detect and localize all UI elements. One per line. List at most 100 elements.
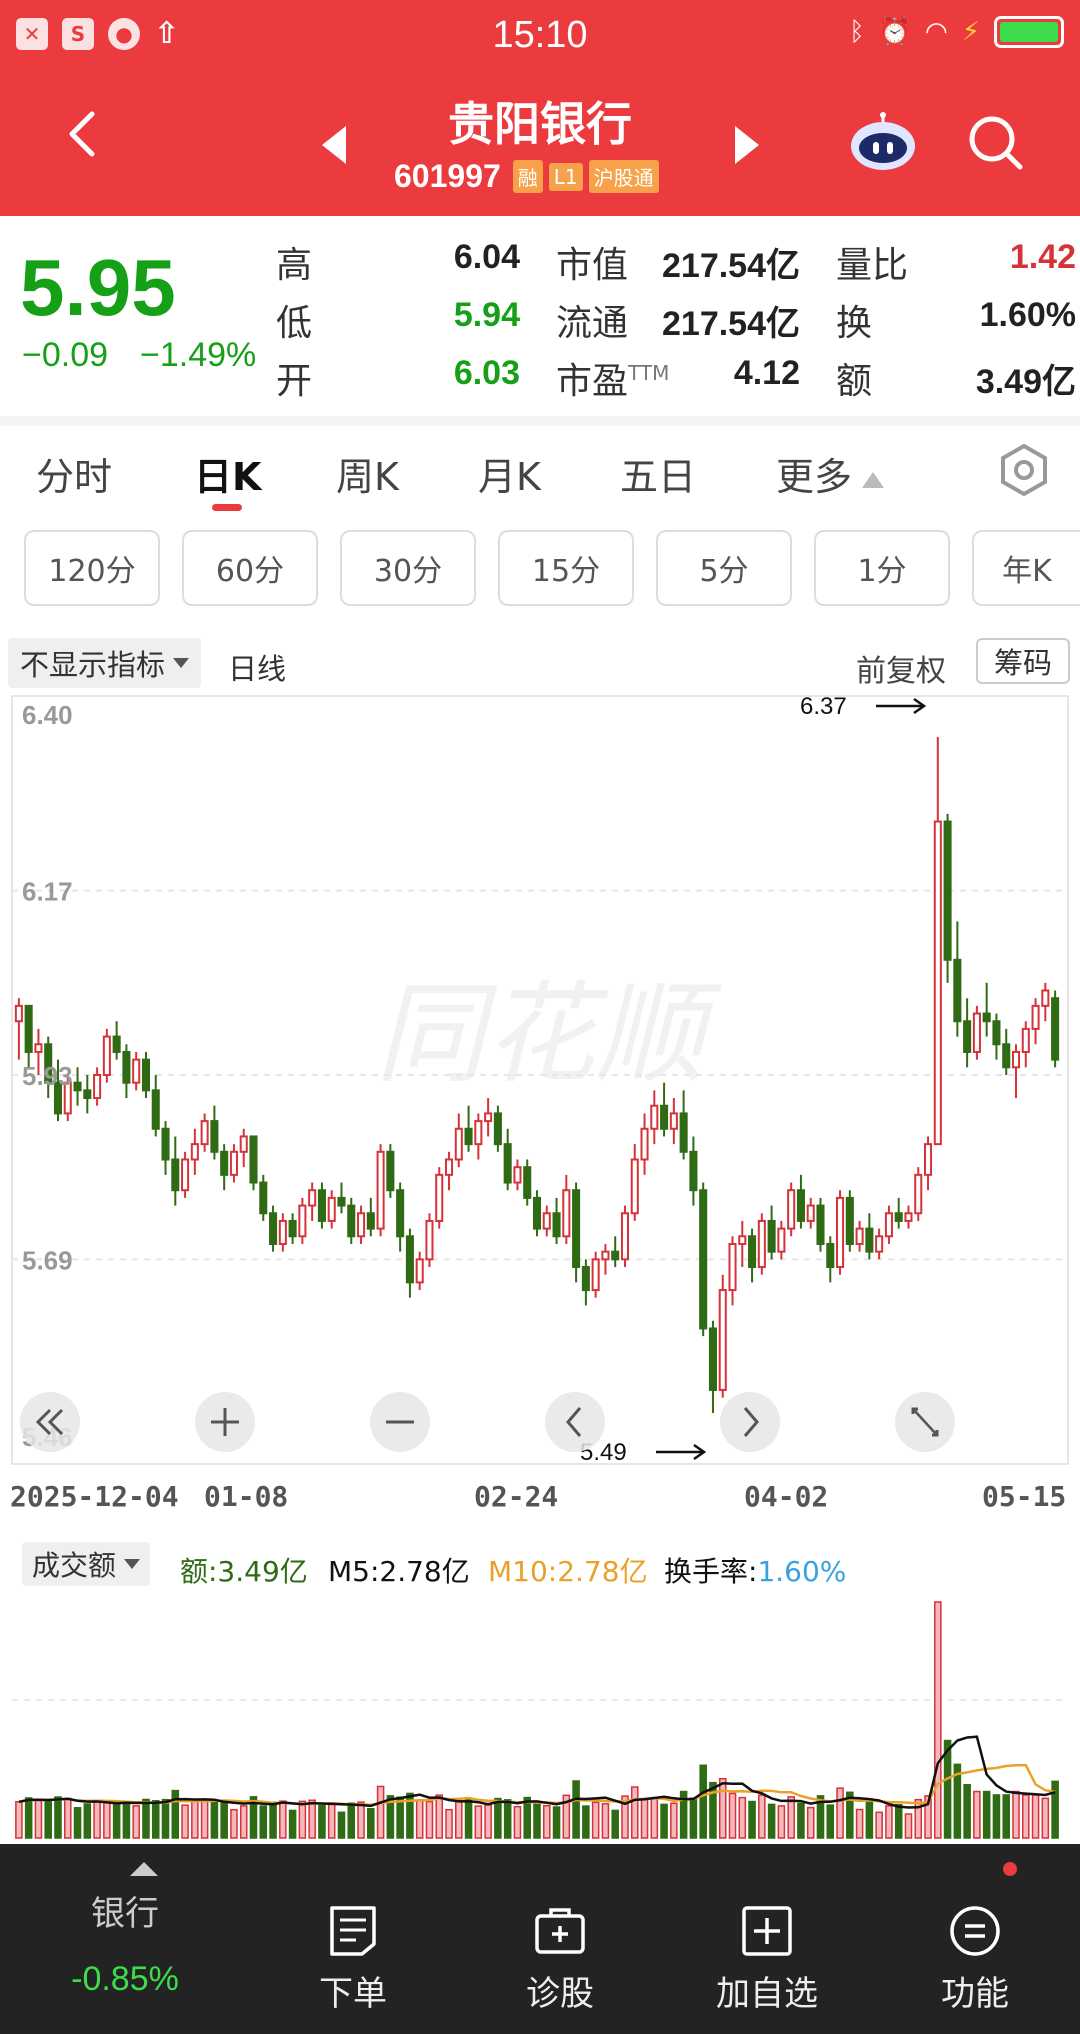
chart-watermark: 同花顺 xyxy=(375,970,722,1098)
candle-body xyxy=(943,820,952,961)
volume-header: 成交额 额:3.49亿 M5:2.78亿 M10:2.78亿 换手率:1.60% xyxy=(0,1540,1080,1590)
add-square-icon xyxy=(742,1906,792,1956)
current-price: 5.95 xyxy=(20,243,176,332)
add-watchlist-button[interactable]: 加自选 xyxy=(662,1844,872,2034)
volume-bar xyxy=(425,1800,434,1839)
search-icon[interactable] xyxy=(965,112,1025,172)
volume-bar xyxy=(474,1805,483,1839)
volume-bar xyxy=(435,1794,444,1839)
tab-more[interactable]: 更多 xyxy=(776,446,885,501)
volume-bar xyxy=(327,1802,336,1839)
volume-bar xyxy=(73,1807,82,1839)
next-stock-icon[interactable] xyxy=(735,126,759,164)
volume-bar xyxy=(288,1809,297,1839)
volume-chart[interactable] xyxy=(0,1590,1080,1844)
sector-button[interactable]: 银行 -0.85% xyxy=(20,1844,230,2034)
candle-body xyxy=(1051,997,1060,1061)
fullscreen-button[interactable] xyxy=(895,1392,955,1452)
date-tick-1: 2025-12-04 xyxy=(10,1480,179,1513)
volume-bar xyxy=(885,1805,893,1839)
zoom-in-button[interactable] xyxy=(195,1392,255,1452)
volume-bar xyxy=(269,1801,277,1839)
divider xyxy=(0,416,1080,426)
order-button[interactable]: 下单 xyxy=(248,1844,458,2034)
zoom-out-button[interactable] xyxy=(370,1392,430,1452)
candle-body xyxy=(796,1189,805,1222)
tab-intraday[interactable]: 分时 xyxy=(36,446,112,501)
volume-bar xyxy=(797,1802,805,1839)
volume-bar xyxy=(239,1805,248,1839)
battery-icon xyxy=(994,16,1064,48)
volume-bar xyxy=(806,1806,815,1839)
candle-body xyxy=(464,1127,473,1146)
volume-bar xyxy=(44,1800,52,1839)
candle-body xyxy=(601,1250,610,1261)
scroll-left-button[interactable] xyxy=(545,1392,605,1452)
functions-button[interactable]: 功能 xyxy=(870,1844,1080,2034)
diagnose-label: 诊股 xyxy=(526,1974,594,2014)
candle-body xyxy=(181,1158,190,1192)
tab-weekly-k[interactable]: 周K xyxy=(336,446,399,501)
turnover-indicator-label: 换手率: xyxy=(664,1555,758,1588)
candle-body xyxy=(640,1127,649,1161)
volume-bar xyxy=(191,1800,199,1839)
volume-bar xyxy=(533,1803,541,1839)
candle-body xyxy=(669,1112,678,1130)
volume-bar xyxy=(132,1805,140,1839)
candle-body xyxy=(855,1227,864,1245)
float-cap-value: 217.54亿 xyxy=(662,305,800,343)
settings-hexagon-icon[interactable] xyxy=(998,444,1050,496)
candle-body xyxy=(699,1189,708,1330)
candle-body xyxy=(151,1089,160,1130)
max-price-label: 6.37 xyxy=(800,693,847,720)
candle-body xyxy=(249,1135,258,1184)
period-60min-button[interactable]: 60分 xyxy=(182,530,318,606)
period-30min-button[interactable]: 30分 xyxy=(340,530,476,606)
level1-tag: L1 xyxy=(548,162,583,191)
diagnose-button[interactable]: 诊股 xyxy=(455,1844,665,2034)
adjust-toggle[interactable]: 前复权 xyxy=(856,646,946,690)
jump-start-button[interactable] xyxy=(20,1392,80,1452)
volume-bar xyxy=(464,1798,473,1839)
period-15min-button[interactable]: 15分 xyxy=(498,530,634,606)
period-year-k-button[interactable]: 年K xyxy=(972,530,1080,606)
volume-bar xyxy=(973,1790,981,1839)
alarm-icon: ⏰ xyxy=(878,17,912,47)
period-1min-button[interactable]: 1分 xyxy=(814,530,950,606)
candle-body xyxy=(1011,1050,1021,1069)
period-5min-button[interactable]: 5分 xyxy=(656,530,792,606)
volume-bar xyxy=(748,1800,756,1839)
period-120min-button[interactable]: 120分 xyxy=(24,530,160,606)
volume-bar xyxy=(171,1789,180,1839)
candle-body xyxy=(357,1212,366,1238)
price-change: −0.09 xyxy=(22,336,109,374)
scroll-right-button[interactable] xyxy=(720,1392,780,1452)
charging-icon: ⚡ xyxy=(961,17,980,47)
chips-button[interactable]: 筹码 xyxy=(976,638,1070,684)
notification-dot xyxy=(1003,1862,1017,1876)
tab-monthly-k[interactable]: 月K xyxy=(478,446,541,501)
candle-body xyxy=(894,1212,903,1222)
volume-ratio-value: 1.42 xyxy=(1009,238,1076,276)
volume-bar xyxy=(122,1803,131,1839)
candle-body xyxy=(474,1120,483,1146)
turnover-label: 换 xyxy=(836,303,873,344)
volume-bar xyxy=(718,1777,727,1839)
tab-five-day[interactable]: 五日 xyxy=(620,446,696,501)
robot-assistant-icon[interactable] xyxy=(848,112,918,172)
candle-body xyxy=(630,1158,639,1215)
candle-body xyxy=(748,1235,757,1269)
candle-body xyxy=(122,1050,131,1084)
volume-bar xyxy=(767,1803,776,1839)
volume-bar xyxy=(1041,1797,1050,1839)
candle-body xyxy=(259,1181,268,1215)
tab-daily-k[interactable]: 日K xyxy=(194,446,261,501)
candle-body xyxy=(689,1150,698,1192)
candle-body xyxy=(14,1004,23,1023)
volume-select[interactable]: 成交额 xyxy=(22,1542,151,1586)
kline-chart[interactable]: 同花顺 6.406.175.935.695.46 6.37 5.49 xyxy=(0,692,1080,1472)
volume-bar xyxy=(572,1780,580,1839)
indicator-select[interactable]: 不显示指标 xyxy=(8,638,202,688)
volume-bar xyxy=(24,1797,33,1839)
candle-body xyxy=(972,1012,981,1053)
